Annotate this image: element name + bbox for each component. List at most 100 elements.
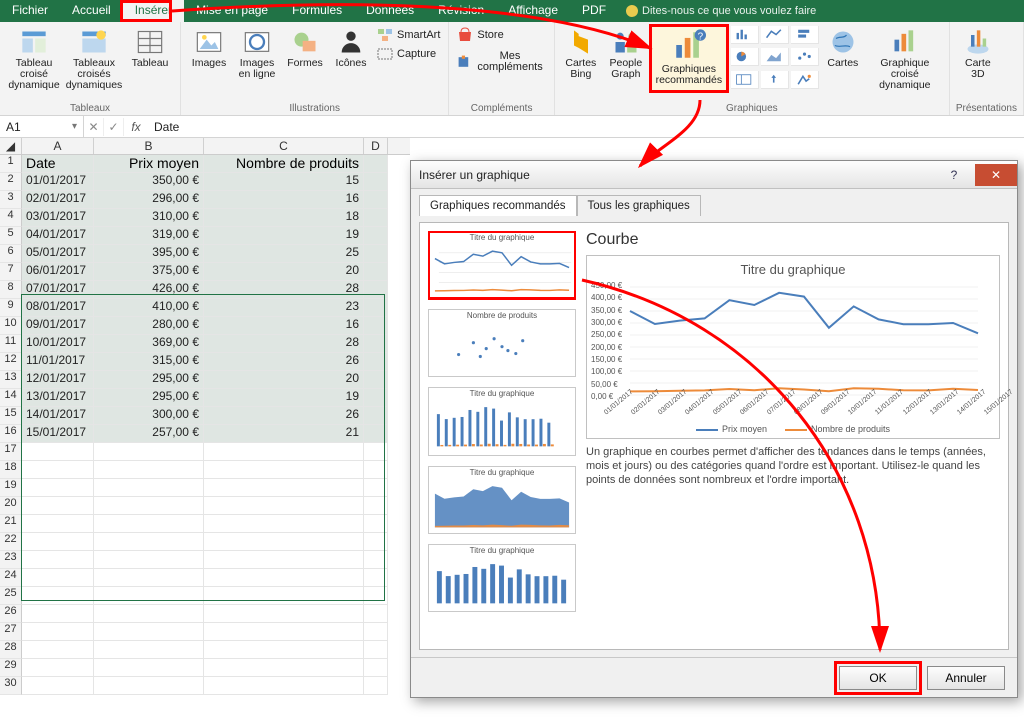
cancel-formula-icon[interactable]: ✕ <box>84 118 104 136</box>
maps-button[interactable]: Cartes <box>823 26 863 91</box>
cell[interactable] <box>204 551 364 569</box>
row-header[interactable]: 2 <box>0 173 22 191</box>
cell[interactable] <box>364 245 388 263</box>
cell[interactable]: 295,00 € <box>94 371 204 389</box>
col-C[interactable]: C <box>204 138 364 154</box>
images-online-button[interactable]: Images en ligne <box>235 26 279 80</box>
cell[interactable] <box>364 263 388 281</box>
cell[interactable] <box>364 659 388 677</box>
cell[interactable]: 410,00 € <box>94 299 204 317</box>
row-header[interactable]: 20 <box>0 497 22 515</box>
cell[interactable] <box>364 443 388 461</box>
fx-icon[interactable]: fx <box>124 120 148 134</box>
tab-recommended-charts[interactable]: Graphiques recommandés <box>419 195 577 216</box>
col-B[interactable]: B <box>94 138 204 154</box>
accept-formula-icon[interactable]: ✓ <box>104 118 124 136</box>
cell[interactable] <box>204 659 364 677</box>
thumb-line-chart[interactable]: Titre du graphique <box>428 231 576 299</box>
row-header[interactable]: 23 <box>0 551 22 569</box>
dialog-titlebar[interactable]: Insérer un graphique ? ✕ <box>411 161 1017 189</box>
cell[interactable] <box>94 551 204 569</box>
cell[interactable] <box>204 641 364 659</box>
dialog-close-button[interactable]: ✕ <box>975 164 1017 186</box>
row-header[interactable]: 5 <box>0 227 22 245</box>
cell[interactable]: 08/01/2017 <box>22 299 94 317</box>
cell[interactable] <box>364 569 388 587</box>
select-all-corner[interactable]: ◢ <box>0 138 22 154</box>
cell[interactable]: 20 <box>204 263 364 281</box>
cell[interactable]: 310,00 € <box>94 209 204 227</box>
cell[interactable]: 25 <box>204 245 364 263</box>
row-header[interactable]: 3 <box>0 191 22 209</box>
cell[interactable]: 257,00 € <box>94 425 204 443</box>
cell[interactable] <box>94 659 204 677</box>
row-header[interactable]: 26 <box>0 605 22 623</box>
cell[interactable] <box>94 641 204 659</box>
cell[interactable] <box>94 623 204 641</box>
icons-button[interactable]: Icônes <box>331 26 371 80</box>
tab-all-charts[interactable]: Tous les graphiques <box>577 195 701 216</box>
cell[interactable]: 11/01/2017 <box>22 353 94 371</box>
cell[interactable] <box>364 227 388 245</box>
cell[interactable]: 10/01/2017 <box>22 335 94 353</box>
cell[interactable]: 16 <box>204 317 364 335</box>
cell[interactable]: 04/01/2017 <box>22 227 94 245</box>
row-header[interactable]: 22 <box>0 533 22 551</box>
cell[interactable]: 19 <box>204 227 364 245</box>
row-header[interactable]: 19 <box>0 479 22 497</box>
col-A[interactable]: A <box>22 138 94 154</box>
ribbon-tab-fichier[interactable]: Fichier <box>0 0 60 22</box>
cell[interactable] <box>364 371 388 389</box>
cell[interactable]: 12/01/2017 <box>22 371 94 389</box>
cell[interactable] <box>94 605 204 623</box>
row-header[interactable]: 12 <box>0 353 22 371</box>
ribbon-tab-formules[interactable]: Formules <box>280 0 354 22</box>
chart-type-grid[interactable] <box>731 26 819 91</box>
row-header[interactable]: 17 <box>0 443 22 461</box>
chart-preview[interactable]: Titre du graphique 0,00 €50,00 €100,00 €… <box>586 255 1000 439</box>
thumb-scatter[interactable]: Nombre de produits <box>428 309 576 377</box>
ribbon-tab-données[interactable]: Données <box>354 0 426 22</box>
cell[interactable] <box>364 587 388 605</box>
cell[interactable] <box>22 569 94 587</box>
cell[interactable]: 07/01/2017 <box>22 281 94 299</box>
dialog-help-button[interactable]: ? <box>933 164 975 186</box>
cell[interactable] <box>364 281 388 299</box>
cell[interactable]: 21 <box>204 425 364 443</box>
cell[interactable] <box>364 425 388 443</box>
col-D[interactable]: D <box>364 138 388 154</box>
cell[interactable] <box>364 407 388 425</box>
row-header[interactable]: 9 <box>0 299 22 317</box>
cell[interactable]: 300,00 € <box>94 407 204 425</box>
table-button[interactable]: Tableau <box>126 26 174 91</box>
cell[interactable] <box>204 677 364 695</box>
cell[interactable] <box>364 533 388 551</box>
cell[interactable] <box>204 497 364 515</box>
row-header[interactable]: 27 <box>0 623 22 641</box>
cell[interactable] <box>22 551 94 569</box>
row-header[interactable]: 11 <box>0 335 22 353</box>
cell[interactable] <box>22 659 94 677</box>
cell[interactable] <box>204 623 364 641</box>
cell[interactable] <box>364 353 388 371</box>
cell[interactable]: 20 <box>204 371 364 389</box>
cell[interactable]: 06/01/2017 <box>22 263 94 281</box>
cell[interactable] <box>94 479 204 497</box>
cell[interactable] <box>364 605 388 623</box>
cell[interactable] <box>94 515 204 533</box>
images-button[interactable]: Images <box>187 26 231 80</box>
cell[interactable] <box>94 497 204 515</box>
ribbon-tab-affichage[interactable]: Affichage <box>496 0 570 22</box>
thumb-clustered-column[interactable]: Titre du graphique <box>428 387 576 455</box>
cell[interactable]: 28 <box>204 335 364 353</box>
cell[interactable] <box>364 173 388 191</box>
3d-map-button[interactable]: Carte 3D <box>956 26 1000 80</box>
row-header[interactable]: 15 <box>0 407 22 425</box>
cell[interactable]: Nombre de produits <box>204 155 364 173</box>
cell[interactable] <box>204 533 364 551</box>
cell[interactable] <box>94 443 204 461</box>
pivot-chart-button[interactable]: Graphique croisé dynamique <box>867 26 943 91</box>
cell[interactable]: 28 <box>204 281 364 299</box>
cell[interactable]: 15 <box>204 173 364 191</box>
cell[interactable]: 296,00 € <box>94 191 204 209</box>
